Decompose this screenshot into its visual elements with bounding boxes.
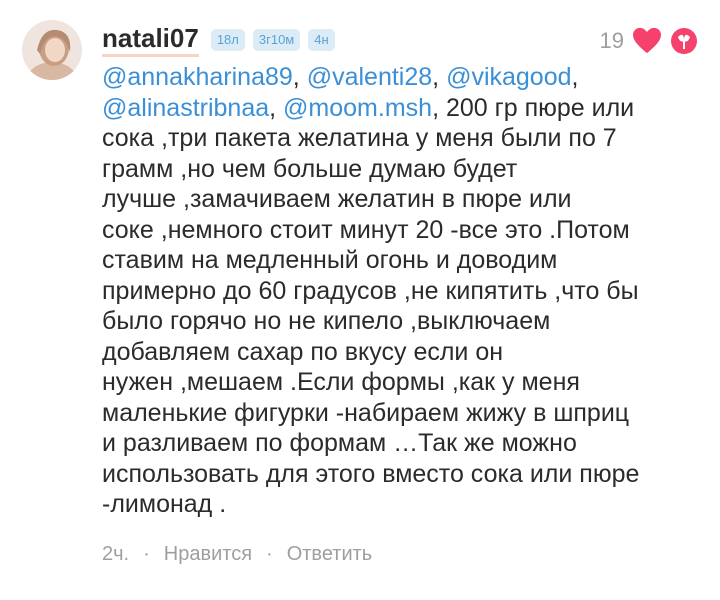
- comment-line: соке ,немного стоит минут 20 -все это .П…: [102, 215, 630, 244]
- avatar[interactable]: [22, 20, 82, 80]
- heart-icon[interactable]: [632, 27, 662, 55]
- user-badge: 3г10м: [252, 29, 301, 51]
- comment-line: было горячо но не кипело ,выключаем: [102, 307, 551, 335]
- comment-line: @alinastribnaa, @moom.msh, 200 гр пюре и…: [102, 93, 635, 122]
- user-badge: 4н: [308, 29, 335, 51]
- comment-line: сока ,три пакета желатина у меня были по…: [102, 124, 617, 152]
- comment-line: маленькие фигурки -набираем жижу в шприц: [102, 398, 630, 427]
- comment-line: и разливаем по формам …Так же можно: [102, 429, 577, 457]
- mention-link[interactable]: @vikagood: [446, 63, 571, 91]
- likes-area: 19: [600, 26, 698, 56]
- emblem-icon[interactable]: [670, 27, 698, 55]
- avatar-photo: [22, 20, 82, 80]
- comment-text: @annakharina89, @valenti28, @vikagood, @…: [102, 62, 702, 520]
- timestamp: 2ч.: [102, 542, 130, 565]
- reply-button[interactable]: Ответить: [287, 543, 373, 566]
- separator-dot: ·: [266, 542, 273, 565]
- comment-footer: 2ч. · Нравится · Ответить: [102, 540, 372, 568]
- comment-header: natali07 18л 3г10м 4н: [102, 22, 335, 58]
- mention-link[interactable]: @annakharina89: [102, 63, 293, 91]
- username[interactable]: natali07: [102, 23, 199, 57]
- comment-line: -лимонад .: [102, 490, 227, 518]
- mention-link[interactable]: @alinastribnaa: [102, 94, 269, 122]
- comment-line: добавляем сахар по вкусу если он: [102, 337, 504, 366]
- mention-link[interactable]: @moom.msh: [283, 94, 432, 122]
- mention-link[interactable]: @valenti28: [307, 63, 432, 91]
- comment-text-segment: 200 гр пюре или: [439, 93, 635, 122]
- comment-line: лучше ,замачиваем желатин в пюре или: [102, 185, 572, 213]
- comment-line: нужен ,мешаем .Если формы ,как у меня: [102, 368, 580, 396]
- separator-dot: ·: [143, 542, 150, 565]
- user-badge: 18л: [210, 29, 245, 51]
- comment-line: примерно до 60 градусов ,не кипятить ,чт…: [102, 276, 639, 305]
- comment-line: использовать для этого вместо сока или п…: [102, 459, 640, 488]
- separator: ,: [292, 63, 307, 91]
- like-button[interactable]: Нравится: [164, 543, 252, 566]
- comment-line: ставим на медленный огонь и доводим: [102, 246, 558, 274]
- separator: ,: [269, 93, 284, 122]
- comment-line: грамм ,но чем больше думаю будет: [102, 154, 518, 183]
- like-count: 19: [599, 28, 624, 53]
- separator: ,: [432, 63, 447, 91]
- comment-line: @annakharina89, @valenti28, @vikagood,: [102, 63, 579, 91]
